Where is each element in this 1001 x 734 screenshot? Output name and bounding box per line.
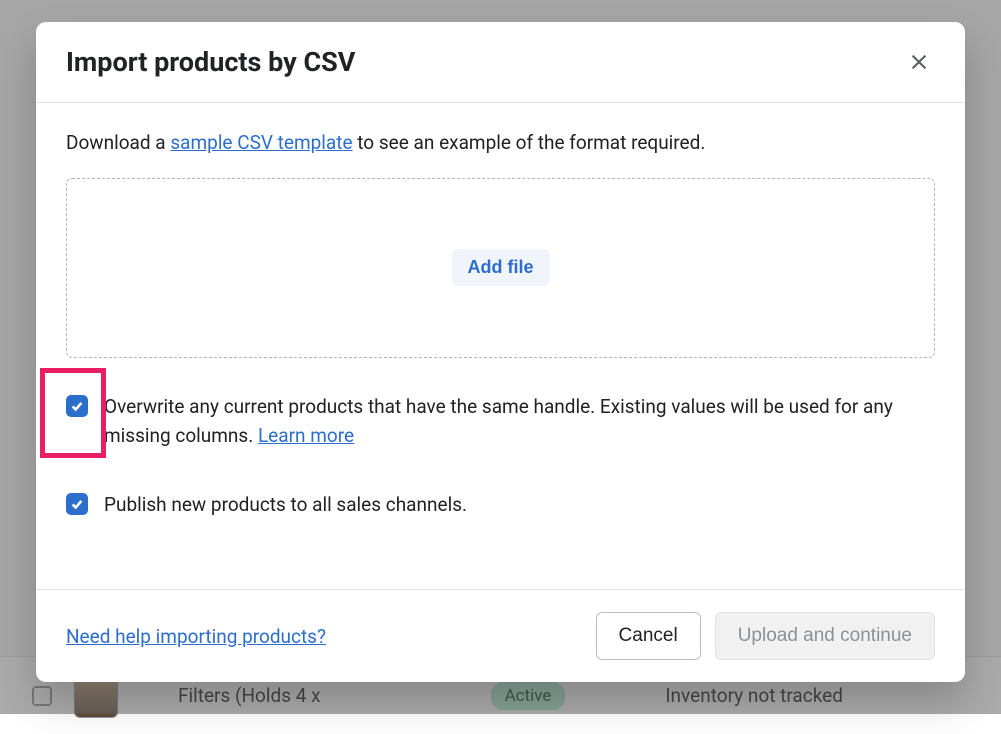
sample-csv-link[interactable]: sample CSV template	[170, 131, 352, 154]
publish-option-row: Publish new products to all sales channe…	[66, 490, 935, 519]
cancel-button[interactable]: Cancel	[596, 612, 701, 660]
modal-header: Import products by CSV	[36, 22, 965, 103]
footer-buttons: Cancel Upload and continue	[596, 612, 935, 660]
overwrite-checkbox[interactable]	[66, 395, 88, 417]
overwrite-text: Overwrite any current products that have…	[104, 395, 893, 447]
publish-label: Publish new products to all sales channe…	[104, 490, 467, 519]
file-dropzone[interactable]: Add file	[66, 178, 935, 358]
checkmark-icon	[70, 497, 84, 511]
modal-footer: Need help importing products? Cancel Upl…	[36, 589, 965, 682]
modal-body: Download a sample CSV template to see an…	[36, 103, 965, 589]
intro-text: Download a sample CSV template to see an…	[66, 129, 935, 158]
learn-more-link[interactable]: Learn more	[258, 424, 354, 447]
upload-continue-button[interactable]: Upload and continue	[715, 612, 935, 660]
checkmark-icon	[70, 399, 84, 413]
modal-title: Import products by CSV	[66, 46, 355, 78]
help-link[interactable]: Need help importing products?	[66, 625, 326, 648]
import-csv-modal: Import products by CSV Download a sample…	[36, 22, 965, 682]
add-file-button[interactable]: Add file	[452, 249, 550, 286]
close-button[interactable]	[903, 46, 935, 78]
close-icon	[908, 51, 930, 73]
publish-checkbox[interactable]	[66, 493, 88, 515]
overwrite-option-row: Overwrite any current products that have…	[66, 392, 935, 451]
intro-suffix: to see an example of the format required…	[353, 131, 706, 154]
overwrite-label: Overwrite any current products that have…	[104, 392, 935, 451]
intro-prefix: Download a	[66, 131, 170, 154]
